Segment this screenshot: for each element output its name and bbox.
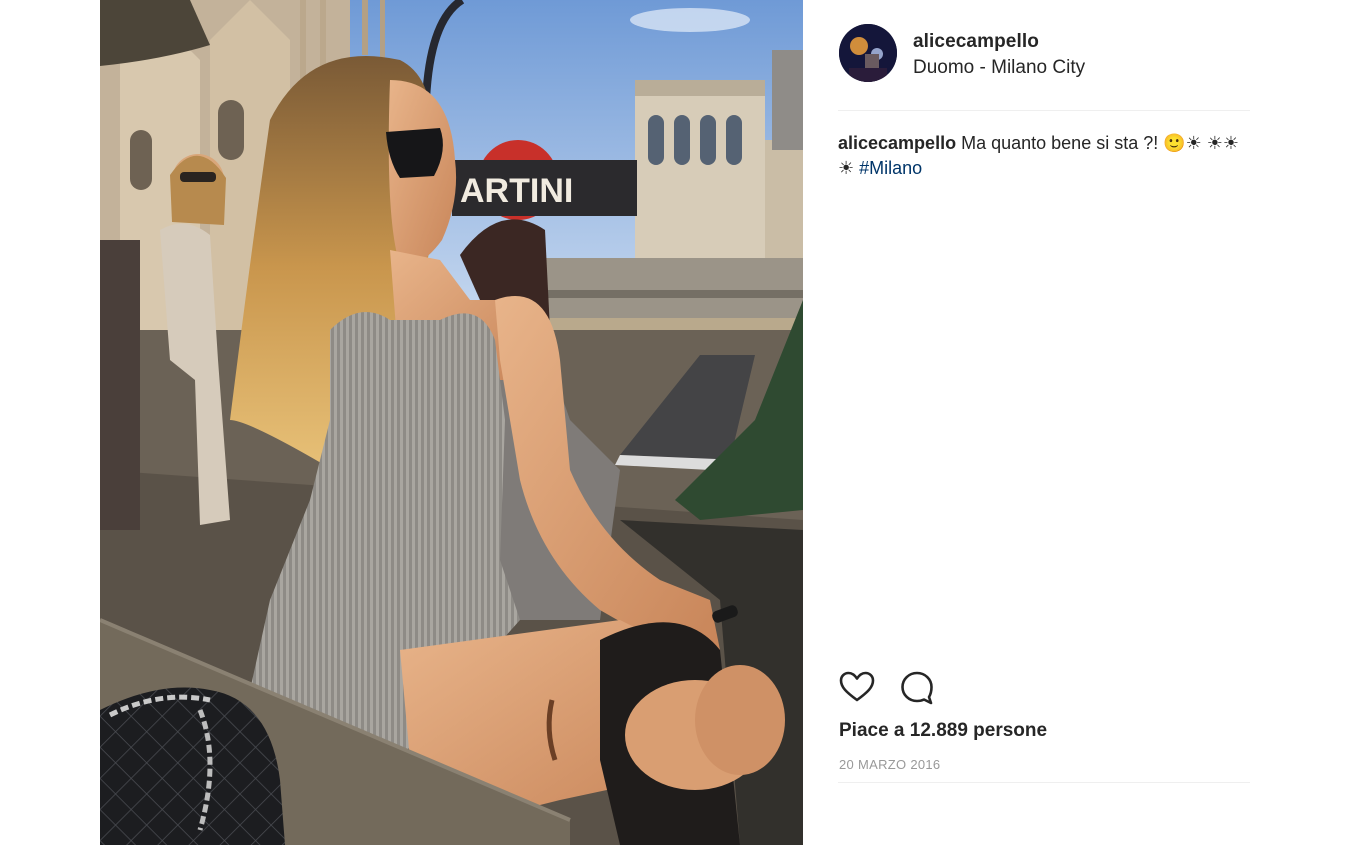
post-location[interactable]: Duomo - Milano City — [913, 57, 1085, 79]
post-header: alicecampello Duomo - Milano City — [838, 22, 1250, 86]
post-details-panel: alicecampello Duomo - Milano City alicec… — [838, 0, 1250, 845]
instagram-post-page: ARTINI alicecampello Duomo - Milano City… — [0, 0, 1350, 845]
caption-username[interactable]: alicecampello — [838, 133, 956, 153]
profile-avatar[interactable] — [839, 24, 897, 82]
comment-button[interactable] — [898, 668, 936, 706]
like-button[interactable] — [838, 668, 876, 706]
header-divider — [838, 110, 1250, 111]
martini-sign-text: ARTINI — [460, 172, 573, 210]
post-actions — [838, 668, 1038, 708]
heart-icon — [839, 671, 875, 702]
caption-hashtag[interactable]: #Milano — [859, 158, 922, 178]
likes-count[interactable]: Piace a 12.889 persone — [839, 720, 1047, 742]
post-username[interactable]: alicecampello — [913, 31, 1039, 53]
comment-bubble-icon — [901, 671, 933, 705]
post-photo[interactable]: ARTINI — [100, 0, 803, 845]
footer-divider — [838, 782, 1250, 783]
post-date: 20 MARZO 2016 — [839, 757, 941, 772]
post-caption: alicecampello Ma quanto bene si sta ?! 🙂… — [838, 131, 1243, 181]
